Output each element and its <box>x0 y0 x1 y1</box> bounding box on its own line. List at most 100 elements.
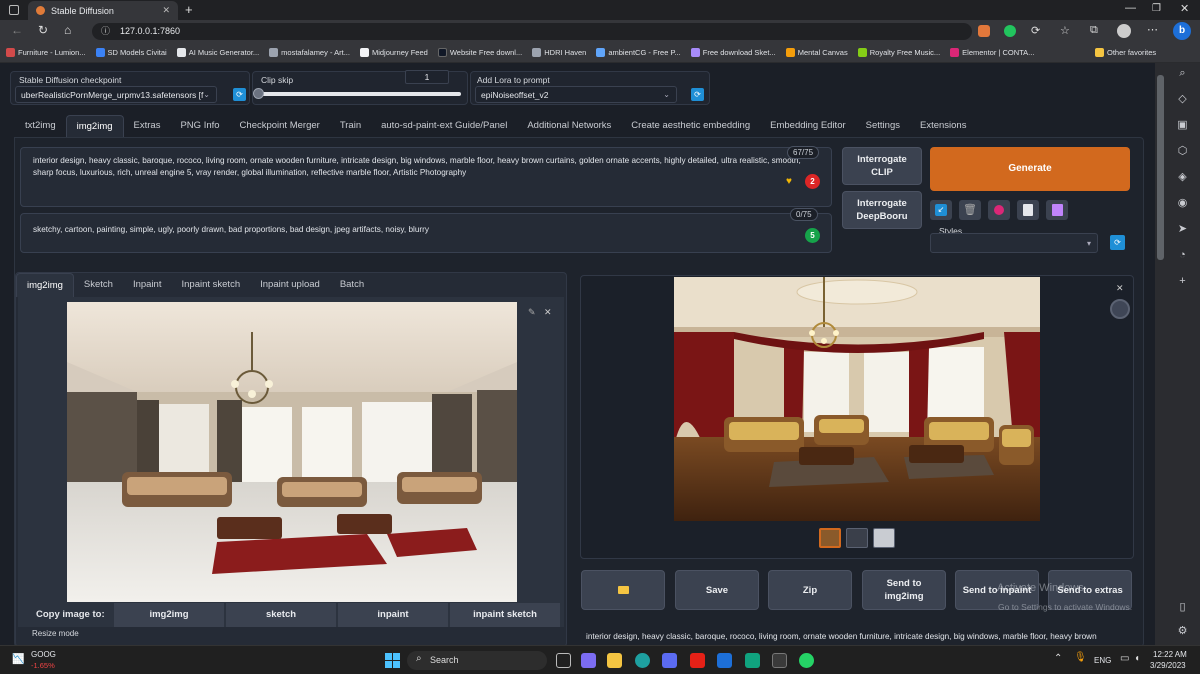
gallery-thumbnail-2[interactable] <box>846 528 868 548</box>
tab-close-icon[interactable]: ✕ <box>162 5 170 16</box>
home-icon[interactable]: ⌂ <box>64 23 71 37</box>
fav-item[interactable]: Mental Canvas <box>785 48 848 57</box>
collections-icon[interactable]: ⧉ <box>1090 24 1098 37</box>
gallery-thumbnail-3[interactable] <box>873 528 895 548</box>
profile-avatar[interactable] <box>1117 24 1131 38</box>
extension-icon-2[interactable] <box>1004 25 1016 37</box>
edge-browser-icon[interactable] <box>635 653 650 668</box>
tag-icon[interactable]: ◇ <box>1176 93 1189 106</box>
bell-icon[interactable]: ◔ <box>1176 249 1189 262</box>
tab-settings[interactable]: Settings <box>856 115 910 137</box>
input-image[interactable] <box>67 302 517 602</box>
language-indicator[interactable]: ENG <box>1094 656 1111 665</box>
chatgpt-icon[interactable] <box>745 653 760 668</box>
output-image[interactable] <box>674 277 1040 521</box>
tab-png-info[interactable]: PNG Info <box>170 115 229 137</box>
tab-embedding-editor[interactable]: Embedding Editor <box>760 115 856 137</box>
fav-item[interactable]: AI Music Generator... <box>176 48 259 57</box>
stock-ticker[interactable]: GOOG <box>31 650 56 659</box>
tab-txt2img[interactable]: txt2img <box>15 115 66 137</box>
extra-networks-button[interactable] <box>988 200 1010 220</box>
edit-pencil-icon[interactable]: ✎ <box>528 307 540 319</box>
tab-checkpoint-merger[interactable]: Checkpoint Merger <box>230 115 330 137</box>
subtab-inpaint-upload[interactable]: Inpaint upload <box>250 273 330 297</box>
gallery-thumbnail-1[interactable] <box>819 528 841 548</box>
save-style-button[interactable] <box>1046 200 1068 220</box>
tab-extras[interactable]: Extras <box>124 115 171 137</box>
subtab-img2img[interactable]: img2img <box>16 273 74 297</box>
tab-additional-networks[interactable]: Additional Networks <box>517 115 621 137</box>
other-favorites[interactable]: Other favorites <box>1095 48 1156 57</box>
fav-item[interactable]: Furniture - Lumion... <box>6 48 86 57</box>
browser-tab-active[interactable]: Stable Diffusion ✕ <box>28 1 178 20</box>
grammar-badge[interactable]: 2 <box>805 174 820 189</box>
lora-dropdown[interactable]: epiNoiseoffset_v2 ⌄ <box>475 86 677 103</box>
fav-item[interactable]: Website Free downl... <box>437 48 522 57</box>
whatsapp-icon[interactable] <box>799 653 814 668</box>
refresh-icon[interactable]: ↻ <box>38 23 48 37</box>
open-folder-button[interactable] <box>581 570 665 610</box>
volume-icon[interactable]: ◖ <box>1134 653 1140 664</box>
subtab-inpaint[interactable]: Inpaint <box>123 273 172 297</box>
subtab-batch[interactable]: Batch <box>330 273 374 297</box>
negative-prompt-textarea[interactable]: sketchy, cartoon, painting, simple, ugly… <box>20 213 832 253</box>
scrollbar-thumb[interactable] <box>1157 75 1164 260</box>
copy-to-inpaint-button[interactable]: inpaint <box>338 603 448 627</box>
search-icon[interactable]: ⌕ <box>1176 67 1189 80</box>
extension-icon-1[interactable] <box>978 25 990 37</box>
office-icon[interactable]: ◈ <box>1176 171 1189 184</box>
store-icon[interactable] <box>662 653 677 668</box>
taskbar-search[interactable]: ⌕ Search <box>407 651 547 670</box>
games-icon[interactable]: ⬡ <box>1176 145 1189 158</box>
close-window-icon[interactable]: ✕ <box>1180 2 1189 15</box>
add-icon[interactable]: + <box>1176 275 1189 288</box>
positive-prompt-textarea[interactable]: interior design, heavy classic, baroque,… <box>20 147 832 207</box>
fav-item[interactable]: Elementor | CONTA... <box>950 48 1034 57</box>
more-menu-icon[interactable]: ⋯ <box>1147 23 1158 36</box>
fav-item[interactable]: Midjourney Feed <box>359 48 428 57</box>
split-screen-icon[interactable]: ▯ <box>1176 601 1189 614</box>
bing-taskbar-icon[interactable] <box>717 653 732 668</box>
tab-img2img[interactable]: img2img <box>65 115 124 137</box>
subtab-inpaint-sketch[interactable]: Inpaint sketch <box>171 273 250 297</box>
fav-item[interactable]: Free download Sket... <box>690 48 776 57</box>
window-menu-icon[interactable] <box>9 5 19 15</box>
grammar-badge-green[interactable]: 5 <box>805 228 820 243</box>
refresh-checkpoint-button[interactable]: ⟳ <box>233 88 246 101</box>
fav-item[interactable]: SD Models Civitai <box>95 48 167 57</box>
interrogate-deepbooru-button[interactable]: Interrogate DeepBooru <box>842 191 922 229</box>
fav-item[interactable]: HDRI Haven <box>532 48 586 57</box>
clear-image-icon[interactable]: ✕ <box>544 307 556 319</box>
briefcase-icon[interactable]: ▣ <box>1176 119 1189 132</box>
stock-chart-icon[interactable]: 📉 <box>12 654 26 666</box>
clip-skip-slider-handle[interactable] <box>253 88 264 99</box>
minimize-icon[interactable]: — <box>1125 2 1136 14</box>
generate-button[interactable]: Generate <box>930 147 1130 191</box>
fav-item[interactable]: Royalty Free Music... <box>857 48 940 57</box>
clip-skip-number[interactable]: 1 <box>405 70 449 84</box>
fav-item[interactable]: mostafalamey - Art... <box>269 48 350 57</box>
tab-auto-sd-paint-ext[interactable]: auto-sd-paint-ext Guide/Panel <box>371 115 517 137</box>
back-icon[interactable]: ← <box>11 23 23 37</box>
tray-overflow-icon[interactable]: ⌃ <box>1054 653 1062 664</box>
file-explorer-icon[interactable] <box>607 653 622 668</box>
restore-icon[interactable]: ❐ <box>1152 3 1161 14</box>
send-icon[interactable]: ➤ <box>1176 223 1189 236</box>
start-button[interactable] <box>385 653 400 668</box>
refresh-lora-button[interactable]: ⟳ <box>691 88 704 101</box>
trash-button[interactable]: 🗑 <box>959 200 981 220</box>
save-button[interactable]: Save <box>675 570 759 610</box>
styles-dropdown[interactable]: ▾ <box>930 233 1098 253</box>
info-icon[interactable]: ⓘ <box>101 23 110 40</box>
tab-extensions[interactable]: Extensions <box>910 115 976 137</box>
url-input[interactable]: ⓘ 127.0.0.1:7860 <box>92 23 972 40</box>
clock-date[interactable]: 3/29/2023 <box>1150 661 1186 670</box>
task-view-icon[interactable] <box>556 653 571 668</box>
chat-icon[interactable] <box>581 653 596 668</box>
read-params-button[interactable]: ↙ <box>930 200 952 220</box>
clock-time[interactable]: 12:22 AM <box>1153 650 1187 659</box>
favorites-icon[interactable]: ☆ <box>1060 24 1070 37</box>
refresh-styles-button[interactable]: ⟳ <box>1110 235 1125 250</box>
new-tab-button[interactable]: + <box>185 2 193 17</box>
extension-icon-3[interactable]: ⟳ <box>1031 24 1040 37</box>
